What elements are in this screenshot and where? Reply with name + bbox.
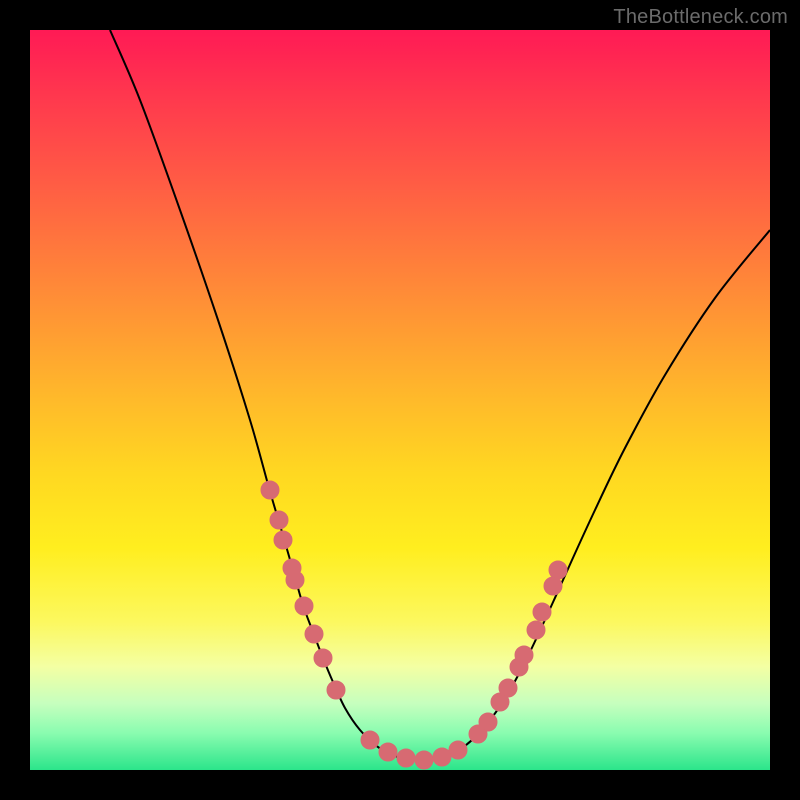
data-point xyxy=(549,561,567,579)
gradient-plot-area xyxy=(30,30,770,770)
data-point xyxy=(295,597,313,615)
watermark-text: TheBottleneck.com xyxy=(613,6,788,29)
data-point xyxy=(361,731,379,749)
data-point xyxy=(286,571,304,589)
data-point xyxy=(305,625,323,643)
v-curve xyxy=(110,30,770,760)
data-point xyxy=(479,713,497,731)
data-point xyxy=(261,481,279,499)
outer-frame: TheBottleneck.com xyxy=(0,0,800,800)
data-point xyxy=(270,511,288,529)
data-point xyxy=(449,741,467,759)
data-point xyxy=(533,603,551,621)
data-point xyxy=(499,679,517,697)
data-point xyxy=(327,681,345,699)
data-point xyxy=(274,531,292,549)
data-point xyxy=(397,749,415,767)
data-point xyxy=(527,621,545,639)
data-point xyxy=(314,649,332,667)
data-point xyxy=(433,748,451,766)
data-point xyxy=(415,751,433,769)
data-point xyxy=(515,646,533,664)
data-point xyxy=(544,577,562,595)
chart-overlay xyxy=(30,30,770,770)
scatter-dots xyxy=(261,481,567,769)
data-point xyxy=(379,743,397,761)
